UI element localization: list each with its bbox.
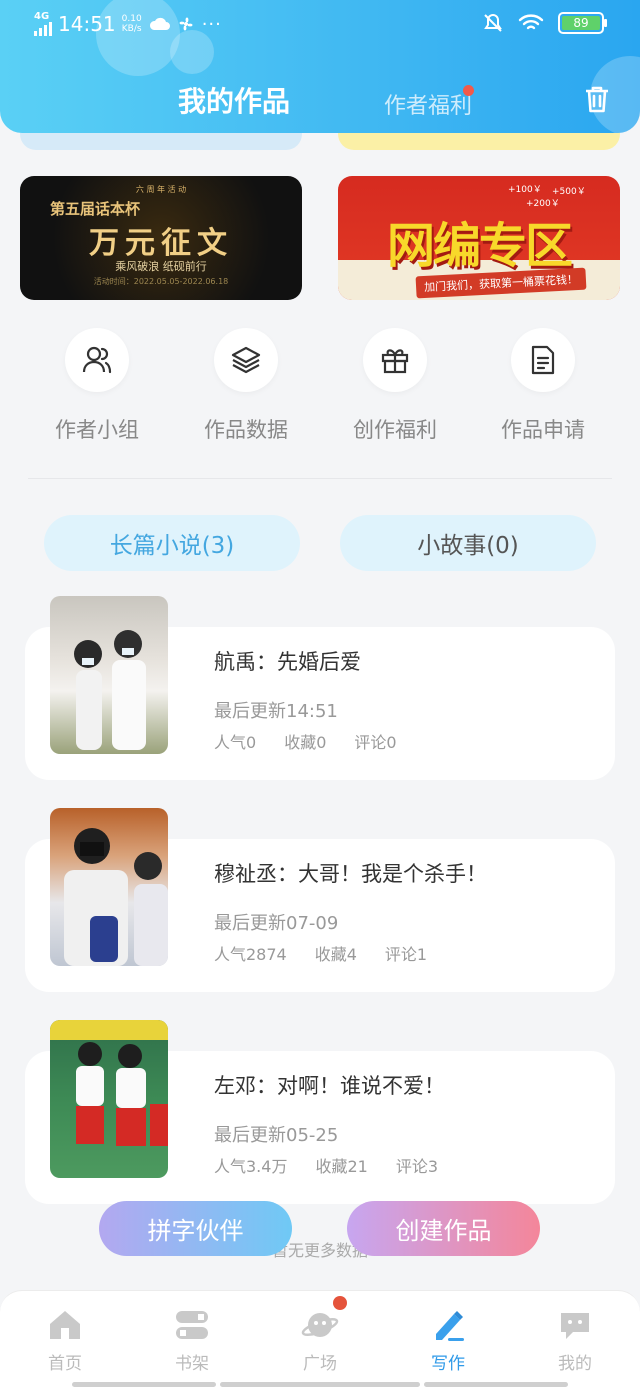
work-comments: 评论3 bbox=[395, 1157, 439, 1176]
planet-icon bbox=[301, 1313, 339, 1337]
work-favorites: 收藏21 bbox=[315, 1157, 368, 1176]
no-more-data-text: 暂无更多数据 bbox=[271, 1241, 368, 1260]
status-bar: 4G 14:51 0.10 KB/s ··· 89 bbox=[0, 8, 640, 44]
nav-me[interactable]: 我的 bbox=[525, 1307, 625, 1374]
tab-author-benefits[interactable]: 作者福利 bbox=[384, 88, 472, 120]
speed-value: 0.10 bbox=[121, 14, 142, 24]
work-popularity: 人气3.4万 bbox=[214, 1157, 288, 1176]
more-status-dots: ··· bbox=[201, 13, 222, 35]
app-header: 4G 14:51 0.10 KB/s ··· 89 我的作品 作者福利 bbox=[0, 0, 640, 133]
work-cover-image[interactable] bbox=[50, 808, 168, 966]
mute-bell-icon bbox=[484, 13, 502, 32]
trash-icon[interactable] bbox=[580, 82, 614, 116]
tab-novels[interactable]: 长篇小说(3) bbox=[44, 515, 300, 571]
quick-label: 作品申请 bbox=[501, 418, 585, 442]
section-divider bbox=[28, 478, 612, 479]
create-work-button[interactable]: 创建作品 bbox=[347, 1201, 540, 1256]
speed-unit: KB/s bbox=[121, 24, 142, 34]
nav-label: 我的 bbox=[558, 1354, 592, 1374]
gesture-bar bbox=[220, 1382, 420, 1387]
network-indicator: 4G bbox=[34, 12, 52, 36]
work-updated: 最后更新07-09 bbox=[214, 913, 339, 934]
banner-date: 活动时间：2022.05.05-2022.06.18 bbox=[93, 277, 229, 286]
work-updated: 最后更新14:51 bbox=[214, 701, 338, 722]
nav-label: 首页 bbox=[48, 1354, 82, 1374]
battery-level: 89 bbox=[562, 16, 600, 30]
contest-banner[interactable]: 六 周 年 活 动 第五届话本杯 万元征文 乘风破浪 纸砚前行 活动时间：202… bbox=[20, 176, 302, 300]
work-popularity: 人气0 bbox=[214, 733, 257, 752]
banner-title: 网编专区 bbox=[386, 218, 573, 274]
quick-creation-benefits[interactable]: 创作福利 bbox=[335, 328, 455, 444]
banner-title: 万元征文 bbox=[89, 226, 233, 261]
network-speed: 0.10 KB/s bbox=[122, 14, 142, 34]
wifi-icon bbox=[518, 14, 544, 30]
signal-icon bbox=[34, 22, 52, 36]
writing-partner-button[interactable]: 拼字伙伴 bbox=[99, 1201, 292, 1256]
nav-label: 广场 bbox=[303, 1354, 337, 1374]
document-icon bbox=[531, 345, 555, 375]
tab-short-stories[interactable]: 小故事(0) bbox=[340, 515, 596, 571]
network-type: 4G bbox=[34, 11, 50, 22]
chat-icon bbox=[561, 1313, 589, 1339]
work-cover-image[interactable] bbox=[50, 596, 168, 754]
home-icon bbox=[50, 1311, 80, 1339]
battery-icon: 89 bbox=[558, 12, 607, 34]
editor-zone-banner[interactable]: +100￥ +500￥ +200￥ 网编专区 加门我们，获取第一桶票花钱！ bbox=[338, 176, 620, 300]
nav-bookshelf[interactable]: 书架 bbox=[142, 1307, 242, 1374]
nav-home[interactable]: 首页 bbox=[15, 1307, 115, 1374]
work-stats: 人气2874 收藏4 评论1 bbox=[214, 941, 427, 965]
quick-label: 作品数据 bbox=[204, 418, 288, 442]
banner-top-text: 六 周 年 活 动 bbox=[135, 185, 187, 194]
gesture-bar bbox=[72, 1382, 216, 1387]
bookshelf-icon bbox=[176, 1311, 208, 1339]
work-title[interactable]: 航禹：先婚后爱 bbox=[214, 646, 361, 676]
work-title[interactable]: 穆祉丞：大哥！我是个杀手！ bbox=[214, 858, 487, 888]
fan-icon bbox=[179, 17, 193, 31]
status-time: 14:51 bbox=[58, 12, 116, 36]
work-stats: 人气0 收藏0 评论0 bbox=[214, 729, 397, 753]
nav-writing[interactable]: 写作 bbox=[398, 1307, 498, 1374]
tab-my-works[interactable]: 我的作品 bbox=[178, 80, 290, 120]
gift-icon bbox=[381, 349, 409, 374]
nav-label: 写作 bbox=[431, 1354, 465, 1374]
work-popularity: 人气2874 bbox=[214, 945, 287, 964]
work-favorites: 收藏4 bbox=[314, 945, 357, 964]
gesture-bar bbox=[424, 1382, 568, 1387]
work-comments: 评论0 bbox=[354, 733, 397, 752]
banner-tagline: 乘风破浪 纸砚前行 bbox=[115, 260, 207, 273]
work-comments: 评论1 bbox=[384, 945, 428, 964]
banner-price-1: +100￥ bbox=[508, 185, 542, 195]
square-notification-dot bbox=[333, 1296, 347, 1310]
quick-work-data[interactable]: 作品数据 bbox=[186, 328, 306, 444]
weather-icon bbox=[149, 17, 170, 30]
quick-label: 作者小组 bbox=[55, 418, 139, 442]
nav-square[interactable]: 广场 bbox=[270, 1307, 370, 1374]
work-favorites: 收藏0 bbox=[284, 733, 327, 752]
nav-label: 书架 bbox=[175, 1354, 209, 1374]
users-icon bbox=[82, 346, 112, 374]
quick-work-application[interactable]: 作品申请 bbox=[483, 328, 603, 444]
work-title[interactable]: 左邓：对啊！谁说不爱！ bbox=[214, 1070, 445, 1100]
tab-notification-dot bbox=[463, 85, 474, 96]
quick-label: 创作福利 bbox=[353, 418, 437, 442]
banner-subtitle: 第五届话本杯 bbox=[50, 200, 141, 218]
work-stats: 人气3.4万 收藏21 评论3 bbox=[214, 1153, 438, 1177]
work-updated: 最后更新05-25 bbox=[214, 1125, 339, 1146]
pen-icon bbox=[436, 1311, 464, 1341]
bottom-navigation: 首页 书架 广场 写作 我的 bbox=[0, 1290, 640, 1387]
layers-icon bbox=[231, 346, 261, 374]
work-cover-image[interactable] bbox=[50, 1020, 168, 1178]
quick-author-group[interactable]: 作者小组 bbox=[37, 328, 157, 444]
